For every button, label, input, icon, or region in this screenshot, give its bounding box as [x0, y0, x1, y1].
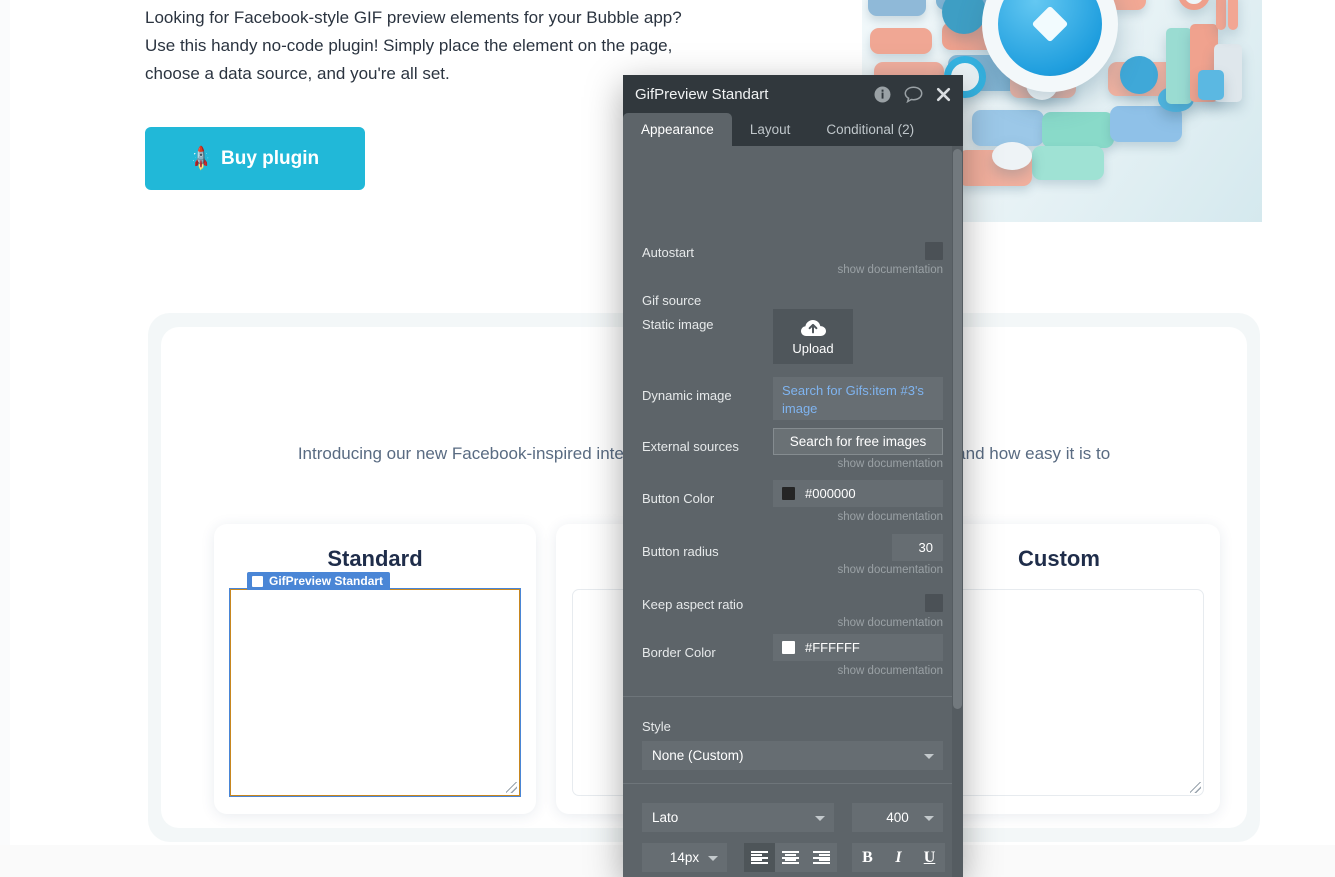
- border-color-field[interactable]: #FFFFFF: [773, 634, 943, 661]
- italic-button[interactable]: I: [883, 843, 914, 872]
- button-radius-label: Button radius: [642, 544, 719, 559]
- gifpreview-element-standard[interactable]: GifPreview Standart: [230, 589, 520, 796]
- selection-label-text: GifPreview Standart: [269, 574, 383, 588]
- demo-card-standard: Standard GifPreview Standart: [214, 524, 536, 814]
- static-image-label: Static image: [642, 317, 714, 332]
- border-color-doc-link[interactable]: show documentation: [838, 665, 943, 677]
- panel-scrollbar-thumb[interactable]: [953, 149, 962, 709]
- keep-aspect-ratio-doc-link[interactable]: show documentation: [838, 617, 943, 629]
- dynamic-image-label: Dynamic image: [642, 388, 732, 403]
- button-color-value: #000000: [805, 486, 856, 501]
- font-size-select[interactable]: 14px: [642, 843, 727, 872]
- selection-label[interactable]: GifPreview Standart: [247, 572, 390, 590]
- tab-conditional-label: Conditional (2): [826, 122, 914, 137]
- button-radius-input[interactable]: 30: [892, 534, 943, 561]
- chevron-down-icon: [815, 816, 825, 821]
- external-sources-label: External sources: [642, 439, 739, 454]
- panel-header: GifPreview Standart: [623, 75, 963, 113]
- font-weight-select[interactable]: 400: [852, 803, 943, 832]
- tab-layout-label: Layout: [750, 122, 791, 137]
- font-weight-value: 400: [886, 810, 909, 825]
- chevron-down-icon: [924, 754, 934, 759]
- tab-appearance-label: Appearance: [641, 122, 714, 137]
- panel-header-icons: [874, 86, 951, 103]
- button-color-doc-link[interactable]: show documentation: [838, 511, 943, 523]
- button-color-label: Button Color: [642, 491, 714, 506]
- resize-grip-icon[interactable]: [1190, 782, 1201, 793]
- close-icon[interactable]: [936, 87, 951, 102]
- border-color-value: #FFFFFF: [805, 640, 860, 655]
- card-title-standard: Standard: [214, 546, 536, 572]
- style-select[interactable]: None (Custom): [642, 741, 943, 770]
- border-color-label: Border Color: [642, 645, 716, 660]
- buy-plugin-label: Buy plugin: [221, 148, 319, 170]
- chevron-down-icon: [924, 816, 934, 821]
- page-left-gutter: [0, 0, 10, 877]
- property-editor-panel: GifPreview Standart Appearance: [623, 75, 963, 877]
- keep-aspect-ratio-label: Keep aspect ratio: [642, 597, 743, 612]
- underline-button[interactable]: U: [914, 843, 945, 872]
- style-section-label: Style: [642, 719, 671, 734]
- bold-button[interactable]: B: [852, 843, 883, 872]
- align-center-icon: [782, 851, 799, 864]
- search-free-images-button[interactable]: Search for free images: [773, 428, 943, 455]
- hero-copy: Looking for Facebook-style GIF preview e…: [145, 4, 690, 88]
- align-right-icon: [813, 851, 830, 864]
- tab-conditional[interactable]: Conditional (2): [808, 113, 932, 146]
- align-left-button[interactable]: [744, 843, 775, 872]
- upload-label: Upload: [792, 341, 833, 356]
- resize-grip-icon[interactable]: [506, 782, 517, 793]
- dynamic-image-field[interactable]: Search for Gifs:item #3's image: [773, 377, 943, 420]
- app-root: Looking for Facebook-style GIF preview e…: [0, 0, 1335, 877]
- upload-button[interactable]: Upload: [773, 309, 853, 364]
- border-color-swatch[interactable]: [782, 641, 795, 654]
- font-size-value: 14px: [670, 850, 699, 865]
- autostart-label: Autostart: [642, 245, 694, 260]
- font-family-value: Lato: [652, 810, 678, 825]
- button-color-field[interactable]: #000000: [773, 480, 943, 507]
- tab-appearance[interactable]: Appearance: [623, 113, 732, 146]
- external-sources-doc-link[interactable]: show documentation: [838, 458, 943, 470]
- align-left-icon: [751, 851, 768, 864]
- align-right-button[interactable]: [806, 843, 837, 872]
- style-select-value: None (Custom): [652, 748, 744, 763]
- info-icon[interactable]: [874, 86, 891, 103]
- button-color-swatch[interactable]: [782, 487, 795, 500]
- button-radius-doc-link[interactable]: show documentation: [838, 564, 943, 576]
- selection-checkbox[interactable]: [252, 576, 263, 587]
- align-center-button[interactable]: [775, 843, 806, 872]
- bold-icon: B: [862, 849, 873, 867]
- autostart-checkbox[interactable]: [925, 242, 943, 260]
- buy-plugin-button[interactable]: 🚀 Buy plugin: [145, 127, 365, 190]
- panel-body: Autostart show documentation Gif source …: [623, 146, 963, 877]
- tab-layout[interactable]: Layout: [732, 113, 809, 146]
- underline-icon: U: [924, 849, 936, 867]
- gif-source-label: Gif source: [642, 293, 701, 308]
- panel-tabs: Appearance Layout Conditional (2): [623, 113, 963, 146]
- panel-title: GifPreview Standart: [635, 86, 874, 103]
- hero-paragraph: Looking for Facebook-style GIF preview e…: [145, 4, 690, 88]
- italic-icon: I: [895, 849, 901, 867]
- cloud-upload-icon: [800, 318, 826, 338]
- chevron-down-icon: [708, 856, 718, 861]
- style-divider-mid: [623, 783, 963, 784]
- style-divider-top: [623, 696, 963, 697]
- autostart-doc-link[interactable]: show documentation: [838, 264, 943, 276]
- rocket-icon: 🚀: [187, 144, 216, 173]
- font-family-select[interactable]: Lato: [642, 803, 834, 832]
- keep-aspect-ratio-checkbox[interactable]: [925, 594, 943, 612]
- comment-icon[interactable]: [904, 86, 923, 103]
